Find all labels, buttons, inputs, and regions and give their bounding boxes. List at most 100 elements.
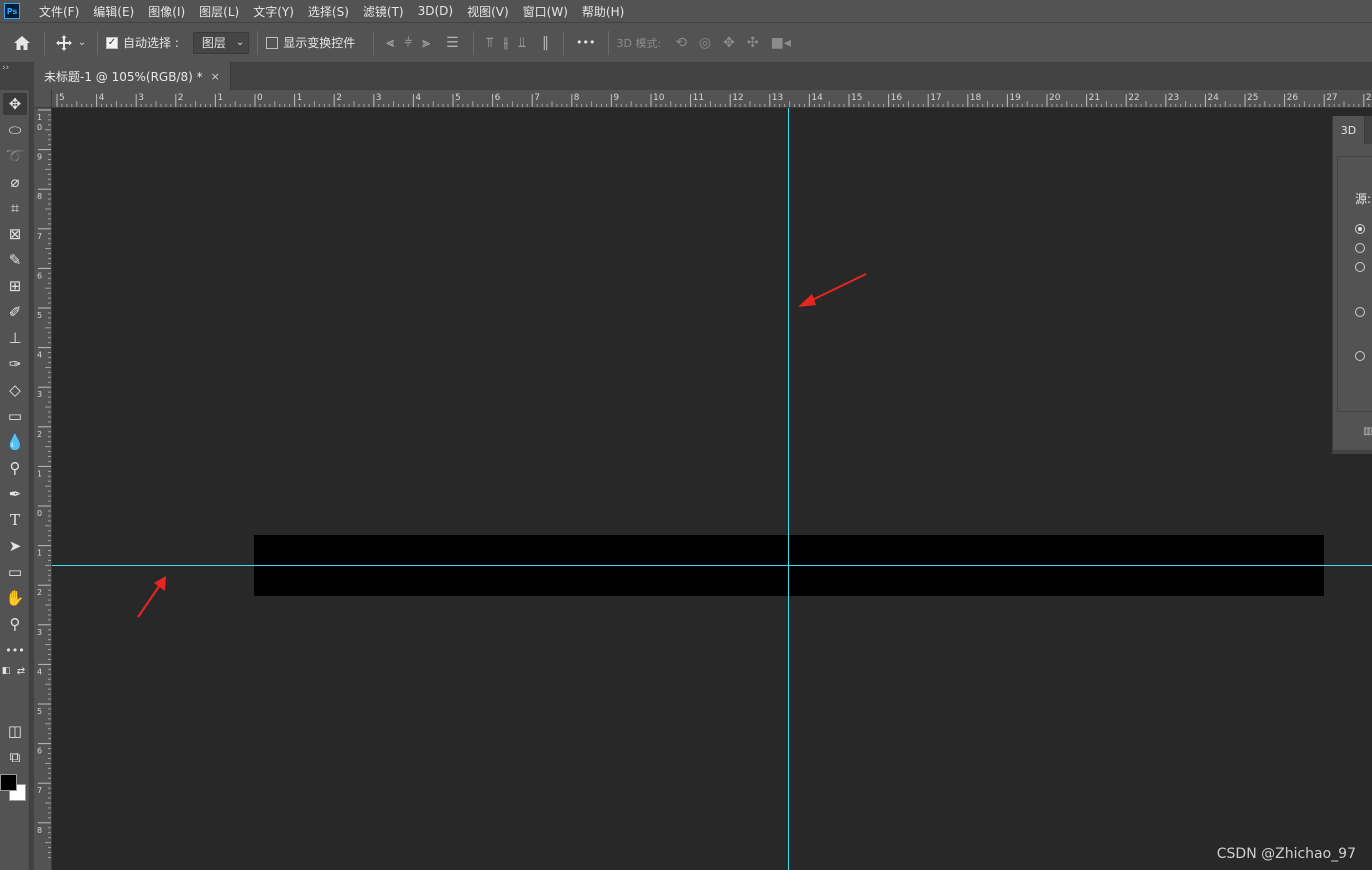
menu-file[interactable]: 文件(F) — [32, 3, 86, 20]
3d-panel-tab[interactable]: 3D — [1333, 116, 1365, 144]
ruler-label: 8 — [574, 93, 580, 103]
ruler-label: 12 — [732, 93, 743, 103]
ruler-label: 1 — [37, 469, 42, 478]
menu-select[interactable]: 选择(S) — [301, 3, 356, 20]
document-canvas[interactable] — [52, 108, 1372, 870]
menu-image[interactable]: 图像(I) — [141, 3, 192, 20]
ruler-label: 6 — [37, 747, 42, 756]
watermark: CSDN @Zhichao_97 — [1216, 846, 1356, 862]
photoshop-window: Ps 文件(F) 编辑(E) 图像(I) 图层(L) 文字(Y) 选择(S) 滤… — [0, 0, 1372, 870]
align-vertical-buttons: ⫪ ⫲ ⫫ ‖ — [486, 35, 549, 51]
ruler-label: 23 — [1168, 93, 1179, 103]
vertical-ruler[interactable]: 10987654321012345678 — [34, 108, 52, 870]
trash-icon[interactable]: ▥ — [1363, 426, 1372, 437]
3d-option-radio[interactable] — [1355, 307, 1365, 317]
brush-tool-icon[interactable]: ✐ — [3, 301, 27, 323]
menu-edit[interactable]: 编辑(E) — [86, 3, 141, 20]
default-colors-icon[interactable]: ◧ — [0, 664, 12, 678]
marquee-tool-icon[interactable]: ⬭ — [3, 119, 27, 141]
menu-filter[interactable]: 滤镜(T) — [356, 3, 411, 20]
distribute-vertical-icon[interactable]: ‖ — [542, 35, 549, 51]
menu-window[interactable]: 窗口(W) — [516, 3, 575, 20]
move-tool-preset-icon[interactable] — [53, 34, 75, 51]
align-bottom-icon[interactable]: ⫫ — [518, 35, 526, 51]
ruler-label: 3 — [37, 390, 42, 399]
swap-colors-icon[interactable]: ⇄ — [14, 664, 28, 678]
3d-drag-icon[interactable]: ✥ — [723, 35, 735, 51]
frame-tool-icon[interactable]: ⊠ — [3, 223, 27, 245]
healing-brush-icon[interactable]: ⊞ — [3, 275, 27, 297]
pen-tool-icon[interactable]: ✒ — [3, 483, 27, 505]
ruler-label: 4 — [99, 93, 105, 103]
separator — [257, 30, 259, 55]
3d-option-radio[interactable] — [1355, 351, 1365, 361]
eraser-tool-icon[interactable]: ◇ — [3, 379, 27, 401]
eyedropper-tool-icon[interactable]: ✎ — [3, 249, 27, 271]
menu-bar: Ps 文件(F) 编辑(E) 图像(I) 图层(L) 文字(Y) 选择(S) 滤… — [0, 0, 1372, 22]
ruler-label: 2 — [178, 93, 184, 103]
show-transform-checkbox[interactable] — [266, 36, 279, 49]
menu-view[interactable]: 视图(V) — [460, 3, 516, 20]
gradient-tool-icon[interactable]: ▭ — [3, 405, 27, 427]
crop-tool-icon[interactable]: ⌗ — [3, 197, 27, 219]
separator — [607, 30, 609, 55]
screen-mode-icon[interactable]: ⧉ — [3, 746, 27, 768]
path-select-tool-icon[interactable]: ➤ — [3, 535, 27, 557]
chevron-down-icon[interactable]: ⌄ — [75, 37, 89, 48]
ruler-origin[interactable] — [34, 90, 52, 108]
zoom-tool-icon[interactable]: ⚲ — [3, 613, 27, 635]
3d-orbit-icon[interactable]: ⟲ — [675, 35, 687, 51]
ruler-label: 8 — [37, 192, 42, 201]
3d-roll-icon[interactable]: ◎ — [699, 35, 711, 51]
document-tab-title: 未标题-1 @ 105%(RGB/8) * — [44, 69, 203, 84]
3d-scale-camera-icon[interactable]: ■◂ — [771, 35, 791, 51]
auto-select-checkbox[interactable]: ✓ — [106, 36, 118, 49]
menu-type[interactable]: 文字(Y) — [246, 3, 301, 20]
ruler-label: 4 — [37, 667, 42, 676]
quick-select-tool-icon[interactable]: ⌀ — [3, 171, 27, 193]
ruler-label: 9 — [613, 93, 619, 103]
home-icon[interactable] — [8, 35, 36, 51]
foreground-color-swatch[interactable] — [0, 774, 17, 791]
stamp-tool-icon[interactable]: ⊥ — [3, 327, 27, 349]
separator — [373, 30, 375, 55]
move-tool-icon[interactable]: ✥ — [3, 93, 27, 115]
ruler-label: 27 — [1326, 93, 1337, 103]
3d-option-radio[interactable] — [1355, 243, 1365, 253]
align-vertical-center-icon[interactable]: ⫲ — [504, 35, 509, 51]
close-icon[interactable]: × — [211, 70, 220, 83]
blur-tool-icon[interactable]: 💧 — [3, 431, 27, 453]
3d-options-box — [1337, 156, 1372, 412]
3d-option-radio[interactable] — [1355, 224, 1365, 234]
menu-help[interactable]: 帮助(H) — [575, 3, 631, 20]
auto-select-target-value: 图层 — [201, 36, 226, 50]
lasso-tool-icon[interactable]: ➰ — [3, 145, 27, 167]
ruler-label: 1 — [37, 113, 42, 122]
photoshop-logo-icon: Ps — [4, 3, 20, 19]
align-left-icon[interactable]: ⫷ — [386, 35, 394, 51]
more-tools-icon[interactable]: ••• — [3, 639, 27, 661]
document-tab-bar: ›› 未标题-1 @ 105%(RGB/8) * × — [0, 62, 1372, 90]
show-transform-label: 显示变换控件 — [283, 36, 356, 50]
align-horizontal-center-icon[interactable]: ⫩ — [404, 35, 412, 51]
document-tab[interactable]: 未标题-1 @ 105%(RGB/8) * × — [34, 62, 231, 90]
rectangle-tool-icon[interactable]: ▭ — [3, 561, 27, 583]
dodge-tool-icon[interactable]: ⚲ — [3, 457, 27, 479]
ruler-label: 0 — [37, 123, 42, 132]
collapse-arrows-icon[interactable]: ›› — [0, 62, 34, 90]
ruler-label: 11 — [693, 93, 704, 103]
menu-3d[interactable]: 3D(D) — [411, 4, 460, 18]
more-options-button[interactable]: ••• — [576, 36, 595, 49]
align-top-icon[interactable]: ⫪ — [486, 35, 494, 51]
hand-tool-icon[interactable]: ✋ — [3, 587, 27, 609]
auto-select-target-dropdown[interactable]: 图层 ⌄ — [192, 31, 250, 54]
horizontal-ruler[interactable]: 5 4 3 2 1 0 1 2 3 4 5 6 7 8 9 10 11 12 13 14 15 16 17 18 19 20 21 2… — [52, 90, 1372, 108]
quick-mask-icon[interactable]: ◫ — [3, 720, 27, 742]
type-tool-icon[interactable]: T — [3, 509, 27, 531]
align-right-icon[interactable]: ⫸ — [422, 35, 430, 51]
3d-option-radio[interactable] — [1355, 262, 1365, 272]
menu-layer[interactable]: 图层(L) — [192, 3, 246, 20]
distribute-horizontal-icon[interactable]: ☰ — [446, 35, 459, 51]
3d-slide-icon[interactable]: ✣ — [747, 35, 759, 51]
history-brush-icon[interactable]: ✑ — [3, 353, 27, 375]
